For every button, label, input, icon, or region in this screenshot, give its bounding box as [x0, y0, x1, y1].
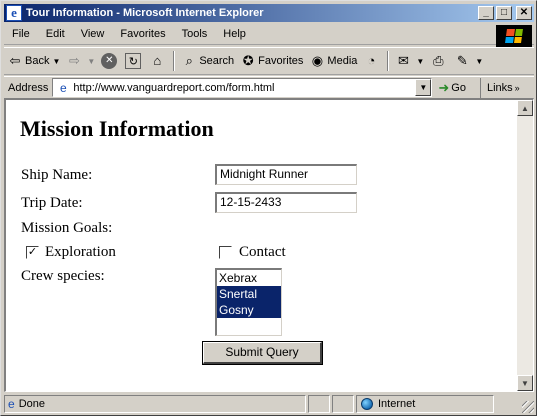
- favorites-label: Favorites: [258, 55, 304, 67]
- windows-logo-icon: [496, 25, 532, 47]
- forward-dropdown-icon[interactable]: ▼: [87, 57, 95, 66]
- security-zone: Internet: [356, 394, 494, 413]
- close-button[interactable]: ✕: [516, 6, 532, 20]
- menu-view[interactable]: View: [73, 28, 113, 40]
- links-label: Links: [486, 81, 513, 94]
- crew-species-label: Crew species:: [21, 268, 105, 284]
- trip-date-label: Trip Date:: [21, 195, 83, 211]
- media-button[interactable]: ◉ Media: [306, 50, 360, 72]
- page-done-icon: e: [8, 396, 15, 411]
- mail-button[interactable]: ✉ ▼: [392, 50, 427, 72]
- forward-button[interactable]: ⇨ ▼: [63, 50, 98, 72]
- media-icon: ◉: [311, 53, 324, 68]
- ship-name-input[interactable]: Midnight Runner: [215, 164, 357, 185]
- status-cell: [332, 394, 354, 413]
- submit-query-button[interactable]: Submit Query: [202, 341, 323, 365]
- refresh-icon: ↻: [125, 53, 142, 69]
- species-option-gosny[interactable]: Gosny: [217, 302, 281, 318]
- scroll-down-icon[interactable]: ▼: [517, 375, 533, 391]
- resize-grip[interactable]: [522, 401, 534, 413]
- edit-icon: ✎: [456, 53, 468, 68]
- mail-dropdown-icon[interactable]: ▼: [416, 57, 424, 66]
- content-viewport: Mission Information Ship Name: Midnight …: [4, 98, 534, 392]
- species-option-xebrax[interactable]: Xebrax: [217, 270, 281, 286]
- exploration-label: Exploration: [45, 244, 116, 260]
- address-dropdown-icon[interactable]: ▼: [415, 79, 432, 96]
- back-dropdown-icon[interactable]: ▼: [52, 57, 60, 66]
- status-panel: e Done: [4, 394, 306, 413]
- go-arrow-icon: ➜: [438, 79, 450, 95]
- ship-name-label: Ship Name:: [21, 167, 93, 183]
- print-button[interactable]: ⎙: [427, 50, 451, 72]
- address-input[interactable]: e http://www.vanguardreport.com/form.htm…: [52, 78, 433, 97]
- chevron-icon: »: [514, 82, 520, 93]
- address-url: http://www.vanguardreport.com/form.html: [73, 81, 275, 94]
- refresh-button[interactable]: ↻: [122, 50, 146, 72]
- stop-button[interactable]: ✕: [98, 50, 122, 72]
- go-button[interactable]: ➜ Go: [438, 80, 466, 96]
- menu-help[interactable]: Help: [215, 28, 254, 40]
- title-bar[interactable]: e Tour Information - Microsoft Internet …: [4, 4, 534, 22]
- search-icon: ⌕: [185, 53, 193, 68]
- address-label: Address: [8, 81, 49, 94]
- toolbar-separator: [387, 51, 390, 71]
- back-button[interactable]: ⇦ Back ▼: [4, 50, 63, 72]
- home-button[interactable]: ⌂: [146, 50, 170, 72]
- window-title: Tour Information - Microsoft Internet Ex…: [26, 7, 264, 19]
- menu-favorites[interactable]: Favorites: [112, 28, 173, 40]
- address-bar: Address e http://www.vanguardreport.com/…: [4, 76, 534, 98]
- history-button[interactable]: ◔: [360, 50, 384, 72]
- page-content: Mission Information Ship Name: Midnight …: [6, 100, 517, 391]
- zone-label: Internet: [378, 397, 416, 410]
- menu-bar: File Edit View Favorites Tools Help: [4, 24, 534, 47]
- search-button[interactable]: ⌕ Search: [178, 50, 237, 72]
- menu-edit[interactable]: Edit: [38, 28, 73, 40]
- links-toolbar[interactable]: Links»: [479, 77, 520, 98]
- favorites-button[interactable]: ✪ Favorites: [237, 50, 306, 72]
- mission-goals-label: Mission Goals:: [21, 220, 113, 236]
- history-icon: ◔: [367, 53, 376, 68]
- media-label: Media: [327, 55, 358, 67]
- back-label: Back: [25, 55, 50, 67]
- exploration-checkbox[interactable]: ✓: [26, 246, 39, 259]
- status-cell: [308, 394, 330, 413]
- edit-button[interactable]: ✎ ▼: [451, 50, 486, 72]
- browser-window: e Tour Information - Microsoft Internet …: [0, 0, 537, 416]
- maximize-button[interactable]: □: [496, 6, 512, 20]
- vertical-scrollbar[interactable]: ▲ ▼: [517, 100, 533, 391]
- status-bar: e Done Internet: [4, 394, 534, 413]
- contact-checkbox[interactable]: [219, 246, 232, 259]
- favorites-star-icon: ✪: [242, 53, 254, 68]
- menu-file[interactable]: File: [4, 28, 38, 40]
- status-text: Done: [18, 397, 45, 410]
- trip-date-input[interactable]: 12-15-2433: [215, 192, 357, 213]
- internet-globe-icon: [361, 397, 373, 410]
- crew-species-listbox[interactable]: Xebrax Snertal Gosny: [215, 268, 282, 336]
- mail-icon: ✉: [397, 53, 409, 68]
- toolbar-separator: [173, 51, 176, 71]
- page-icon: e: [60, 80, 67, 95]
- go-label: Go: [451, 81, 466, 94]
- edit-dropdown-icon[interactable]: ▼: [475, 57, 483, 66]
- page-title: Mission Information: [20, 116, 214, 141]
- species-option-snertal[interactable]: Snertal: [217, 286, 281, 302]
- back-arrow-icon: ⇦: [9, 53, 21, 68]
- stop-icon: ✕: [101, 53, 118, 69]
- standard-toolbar: ⇦ Back ▼ ⇨ ▼ ✕ ↻ ⌂ ⌕ Search ✪ Favorites …: [4, 47, 534, 75]
- minimize-button[interactable]: _: [478, 6, 494, 20]
- internet-explorer-icon: e: [6, 5, 22, 21]
- forward-arrow-icon: ⇨: [68, 53, 80, 68]
- search-label: Search: [199, 55, 235, 67]
- home-icon: ⌂: [153, 53, 162, 68]
- scroll-up-icon[interactable]: ▲: [517, 100, 533, 116]
- menu-tools[interactable]: Tools: [174, 28, 216, 40]
- contact-label: Contact: [239, 244, 286, 260]
- print-icon: ⎙: [433, 53, 444, 68]
